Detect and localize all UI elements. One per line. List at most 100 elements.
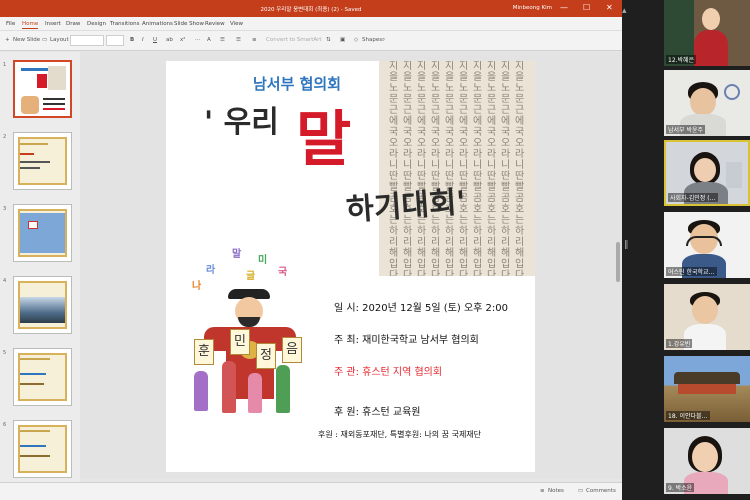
tab-home[interactable]: Home bbox=[22, 21, 39, 29]
align-icon[interactable]: ≡ bbox=[252, 37, 257, 43]
tab-draw[interactable]: Draw bbox=[66, 21, 80, 27]
slide-thumbnail-2[interactable] bbox=[13, 132, 72, 190]
italic-button[interactable]: I bbox=[142, 37, 144, 43]
close-icon[interactable]: ✕ bbox=[606, 3, 613, 12]
slide-thumbnail-3[interactable] bbox=[13, 204, 72, 262]
thumb-flag-photo bbox=[20, 213, 65, 253]
more-icon[interactable]: ⋯ bbox=[195, 37, 201, 43]
clear-format-icon[interactable]: A bbox=[207, 37, 211, 43]
slide-thumbnail-5[interactable] bbox=[13, 348, 72, 406]
child-figure bbox=[276, 365, 290, 413]
thumb-line bbox=[20, 143, 48, 145]
bullets-icon[interactable]: ☰ bbox=[220, 37, 225, 43]
search-icon[interactable]: ⌕ bbox=[382, 37, 385, 44]
tab-design[interactable]: Design bbox=[87, 21, 106, 27]
tab-view[interactable]: View bbox=[230, 21, 243, 27]
participant-face bbox=[694, 158, 716, 182]
participant-face bbox=[702, 8, 720, 30]
participant-tile[interactable]: 18. 이안다블… bbox=[664, 356, 750, 422]
stele-column: 지을노문근에국오라니딴빨곰호는하리해입다리 bbox=[487, 61, 497, 276]
font-name-input[interactable] bbox=[70, 35, 104, 46]
tab-slide-show[interactable]: Slide Show bbox=[174, 21, 204, 27]
participant-tile[interactable]: 남서부 박윤주 bbox=[664, 70, 750, 136]
participant-tile[interactable]: 12.박혜은 bbox=[664, 0, 750, 66]
font-size-input[interactable] bbox=[106, 35, 124, 46]
participant-name: 9. 박소윤 bbox=[666, 483, 695, 492]
thumb-frame bbox=[18, 425, 67, 473]
thumb-line bbox=[20, 430, 50, 432]
thumb-landscape-photo bbox=[20, 297, 65, 323]
superscript-icon[interactable]: x² bbox=[180, 37, 185, 43]
slide-thumbnail-1[interactable] bbox=[13, 60, 72, 118]
notes-icon[interactable]: ≡ bbox=[540, 488, 545, 494]
maximize-icon[interactable]: ☐ bbox=[583, 3, 590, 12]
participant-tile-active[interactable]: 사회자-김민정 (… bbox=[664, 140, 750, 206]
child-figure bbox=[222, 361, 236, 413]
thumb-mal bbox=[37, 74, 47, 88]
comments-icon[interactable]: ▭ bbox=[578, 488, 583, 494]
layout-button[interactable]: Layout bbox=[50, 37, 69, 43]
tab-animations[interactable]: Animations bbox=[142, 21, 173, 27]
participant-name: 12.박혜은 bbox=[666, 55, 697, 64]
slide-thumbnail-6[interactable] bbox=[13, 420, 72, 478]
current-slide[interactable]: 지을노문근에국오라니딴빨곰호는하리해입다리 지을노문근에국오라니딴빨곰호는하리해… bbox=[166, 61, 535, 472]
palace-roof bbox=[674, 372, 740, 384]
participant-body bbox=[694, 30, 728, 66]
notes-button[interactable]: Notes bbox=[548, 488, 564, 494]
tab-review[interactable]: Review bbox=[205, 21, 225, 27]
shapes-button[interactable]: Shapes bbox=[362, 37, 382, 43]
participant-face bbox=[692, 442, 718, 472]
jamo-board-min: 민 bbox=[230, 329, 250, 355]
participant-tile[interactable]: 9. 박소윤 bbox=[664, 428, 750, 494]
jamo-letter: 훈 bbox=[198, 344, 210, 359]
screen: 2020 우리말 웅변대회 (최종) (2) - Saved Minbeong … bbox=[0, 0, 750, 500]
thumb-line bbox=[20, 383, 44, 385]
text-direction-icon[interactable]: ⇅ bbox=[326, 37, 331, 43]
layout-icon[interactable]: ▭ bbox=[42, 37, 47, 43]
minimize-icon[interactable]: — bbox=[560, 3, 568, 12]
event-date: 일 시: 2020년 12월 5일 (토) 오후 2:00 bbox=[334, 303, 509, 314]
convert-smartart-button[interactable]: Convert to SmartArt bbox=[266, 37, 322, 43]
title-bar: 2020 우리말 웅변대회 (최종) (2) - Saved Minbeong … bbox=[0, 0, 622, 17]
new-slide-icon[interactable]: + bbox=[5, 37, 10, 43]
stele-column: 지을노문근에국오라니딴빨곰호는하리해입다리 bbox=[431, 61, 441, 276]
participant-tile[interactable]: 1.강유빈 bbox=[664, 284, 750, 350]
tab-insert[interactable]: Insert bbox=[45, 21, 61, 27]
jamo-board-hun: 훈 bbox=[194, 339, 214, 365]
thumb-line bbox=[43, 108, 65, 110]
shapes-icon[interactable]: ◇ bbox=[354, 37, 358, 43]
child-figure bbox=[248, 373, 262, 413]
participant-name: 1.강유빈 bbox=[666, 339, 693, 348]
thumb-number: 2 bbox=[3, 134, 7, 140]
king-beard bbox=[238, 317, 260, 327]
gallery-prev-icon[interactable]: ‖ bbox=[624, 240, 632, 252]
gallery-up-icon[interactable]: ▴ bbox=[622, 6, 630, 18]
participant-tile[interactable]: 어스틴 한국학교… bbox=[664, 212, 750, 278]
strikethrough-icon[interactable]: ab bbox=[166, 37, 173, 43]
slide-thumbnail-4[interactable] bbox=[13, 276, 72, 334]
picture-icon[interactable]: ▣ bbox=[340, 37, 345, 43]
clock-icon bbox=[724, 84, 740, 100]
palace-wall bbox=[678, 384, 736, 394]
ribbon-tabs: File Home Insert Draw Design Transitions… bbox=[0, 17, 622, 31]
new-slide-button[interactable]: New Slide bbox=[13, 37, 40, 43]
jamo-board-jeong: 정 bbox=[256, 343, 276, 369]
participant-name: 사회자-김민정 (… bbox=[668, 193, 718, 202]
thumb-line bbox=[20, 167, 40, 169]
thumb-line bbox=[20, 455, 50, 457]
slide-editor-canvas[interactable]: 지을노문근에국오라니딴빨곰호는하리해입다리 지을노문근에국오라니딴빨곰호는하리해… bbox=[80, 52, 622, 479]
child-figure bbox=[194, 371, 208, 411]
comments-button[interactable]: Comments bbox=[586, 488, 616, 494]
event-organizer: 주 관: 휴스턴 지역 협의회 bbox=[334, 367, 443, 378]
numbering-icon[interactable]: ☰ bbox=[236, 37, 241, 43]
tab-transitions[interactable]: Transitions bbox=[110, 21, 139, 27]
vertical-scrollbar[interactable] bbox=[615, 52, 621, 479]
tab-file[interactable]: File bbox=[6, 21, 15, 27]
underline-button[interactable]: U bbox=[153, 37, 157, 43]
scrollbar-thumb[interactable] bbox=[616, 242, 620, 282]
user-name[interactable]: Minbeong Kim bbox=[513, 5, 552, 11]
thumb-line bbox=[43, 103, 65, 105]
king-sejong-illustration bbox=[200, 289, 300, 439]
thumb-stele bbox=[48, 66, 66, 90]
bold-button[interactable]: B bbox=[130, 37, 134, 43]
